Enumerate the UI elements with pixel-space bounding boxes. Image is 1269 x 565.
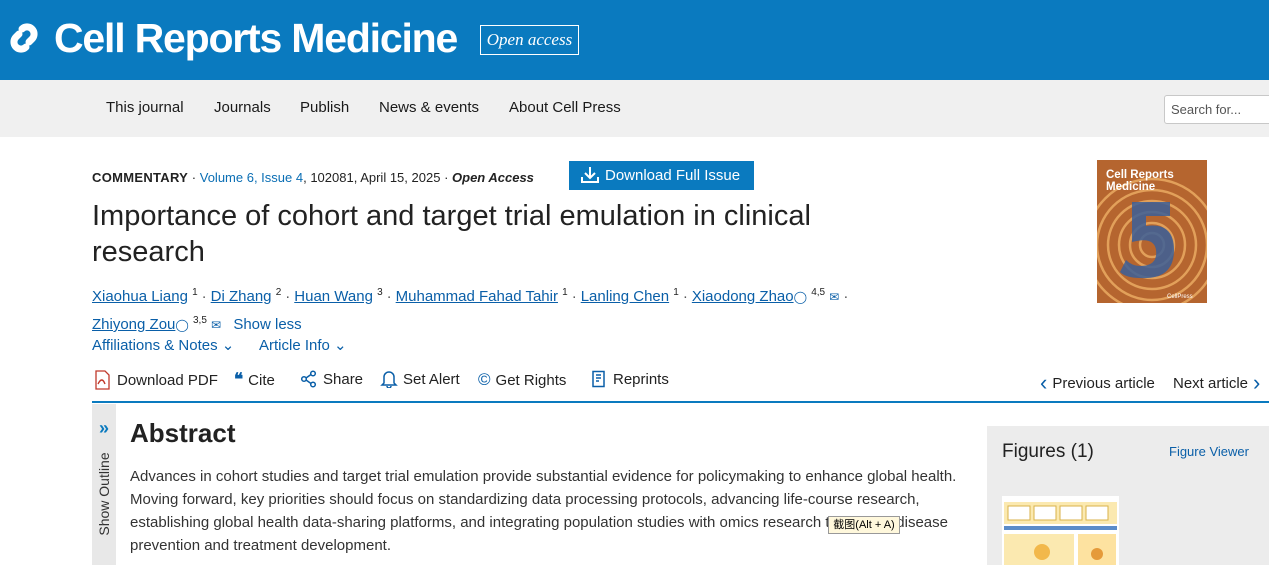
reprints-icon [592,370,605,388]
set-alert-label: Set Alert [403,370,460,388]
person-icon: ◯ [793,290,808,304]
reprints-label: Reprints [613,370,669,388]
chevron-left-icon: ‹ [1040,370,1048,395]
author-link[interactable]: Muhammad Fahad Tahir [396,288,558,305]
show-outline-label: Show Outline [96,452,112,536]
article-info-toggle[interactable]: Article Info ⌄ [259,336,347,354]
abstract-text: Advances in cohort studies and target tr… [130,468,957,554]
figure-thumbnail[interactable] [1002,496,1119,565]
article-type: COMMENTARY [92,170,189,185]
affiliation-sup: 1 [192,287,198,298]
main-nav: This journal Journals Publish News & eve… [0,80,1269,137]
affiliation-sup: 1 [673,287,679,298]
copyright-icon: © [478,370,491,389]
quote-icon: ❝ [234,370,244,390]
next-article-link[interactable]: Next article › [1173,370,1260,396]
show-less-toggle[interactable]: Show less [233,316,301,333]
outline-panel-toggle[interactable]: » Show Outline [92,404,116,565]
abstract-heading: Abstract [130,418,236,448]
author-list: Xiaohua Liang 1 · Di Zhang 2 · Huan Wang 3 · M… [92,287,849,333]
pdf-icon [95,370,110,390]
journal-cover-image[interactable]: Cell Reports Medicine CellPress [1097,160,1207,303]
share-icon [300,370,317,388]
author-link[interactable]: Huan Wang [294,288,373,305]
share-button[interactable]: Share [300,370,363,388]
cover-title-line1: Cell Reports [1106,169,1174,181]
site-header: Cell Reports Medicine Open access [0,0,1269,80]
author-link[interactable]: Lanling Chen [581,288,669,305]
figure-viewer-link[interactable]: Figure Viewer [1169,444,1249,459]
cite-label: Cite [248,371,275,389]
affiliations-label: Affiliations & Notes [92,337,218,354]
share-label: Share [323,370,364,388]
chevron-down-icon: ⌄ [334,337,347,354]
open-access-badge: Open access [480,25,579,55]
affiliation-sup: 1 [562,287,568,298]
screenshot-tooltip: 截图(Alt + A) [828,516,900,534]
download-pdf-label: Download PDF [117,371,218,389]
download-full-issue-label: Download Full Issue [605,167,741,184]
article-title: Importance of cohort and target trial em… [92,200,811,268]
next-article-label: Next article [1173,374,1249,392]
previous-article-label: Previous article [1052,374,1155,392]
previous-article-link[interactable]: ‹ Previous article [1040,370,1155,396]
cite-button[interactable]: ❝ Cite [234,370,275,390]
volume-issue-link[interactable]: Volume 6, Issue 4 [200,170,303,185]
open-access-label: Open Access [452,170,534,185]
nav-about-cell-press[interactable]: About Cell Press [509,99,621,116]
bell-icon [380,371,398,388]
cover-title-line2: Medicine [1106,181,1155,193]
download-full-issue-button[interactable]: Download Full Issue [569,161,754,190]
figures-panel: Figures (1) Figure Viewer [987,426,1269,565]
affiliations-toggle[interactable]: Affiliations & Notes ⌄ [92,336,234,354]
journal-logo-text[interactable]: Cell Reports Medicine [54,14,458,62]
author-link[interactable]: Di Zhang [211,288,272,305]
chevron-right-icon: › [1253,370,1261,395]
toolbar-divider [92,401,1269,403]
set-alert-button[interactable]: Set Alert [380,370,460,388]
nav-publish[interactable]: Publish [300,99,349,116]
download-icon [581,167,599,183]
nav-journals[interactable]: Journals [214,99,271,116]
get-rights-label: Get Rights [495,371,567,389]
affiliation-sup: 2 [275,287,282,298]
cover-publisher: CellPress [1167,294,1193,300]
reprints-button[interactable]: Reprints [590,370,669,388]
article-meta: COMMENTARY · Volume 6, Issue 4, 102081, … [92,170,534,185]
chain-link-icon[interactable] [6,20,42,56]
email-icon[interactable]: ✉ [829,290,839,304]
article-details: , 102081, April 15, 2025 [303,170,441,185]
author-link[interactable]: Xiaohua Liang [92,288,188,305]
author-link[interactable]: Zhiyong Zou [92,316,175,333]
author-link[interactable]: Xiaodong Zhao [692,288,794,305]
article-info-label: Article Info [259,337,330,354]
affiliation-sup: 4,5 [811,287,826,298]
affiliation-sup: 3,5 [193,315,207,326]
nav-this-journal[interactable]: This journal [106,99,184,116]
get-rights-button[interactable]: © Get Rights [478,370,566,390]
download-pdf-button[interactable]: Download PDF [92,370,218,390]
search-input[interactable]: Search for... [1164,95,1269,124]
figures-heading: Figures (1) [1002,441,1094,462]
person-icon: ◯ [175,318,189,332]
chevron-down-icon: ⌄ [221,337,235,354]
double-chevron-right-icon: » [98,418,109,438]
email-icon[interactable]: ✉ [211,318,221,332]
nav-news-events[interactable]: News & events [379,99,479,116]
affiliation-sup: 3 [377,287,383,298]
